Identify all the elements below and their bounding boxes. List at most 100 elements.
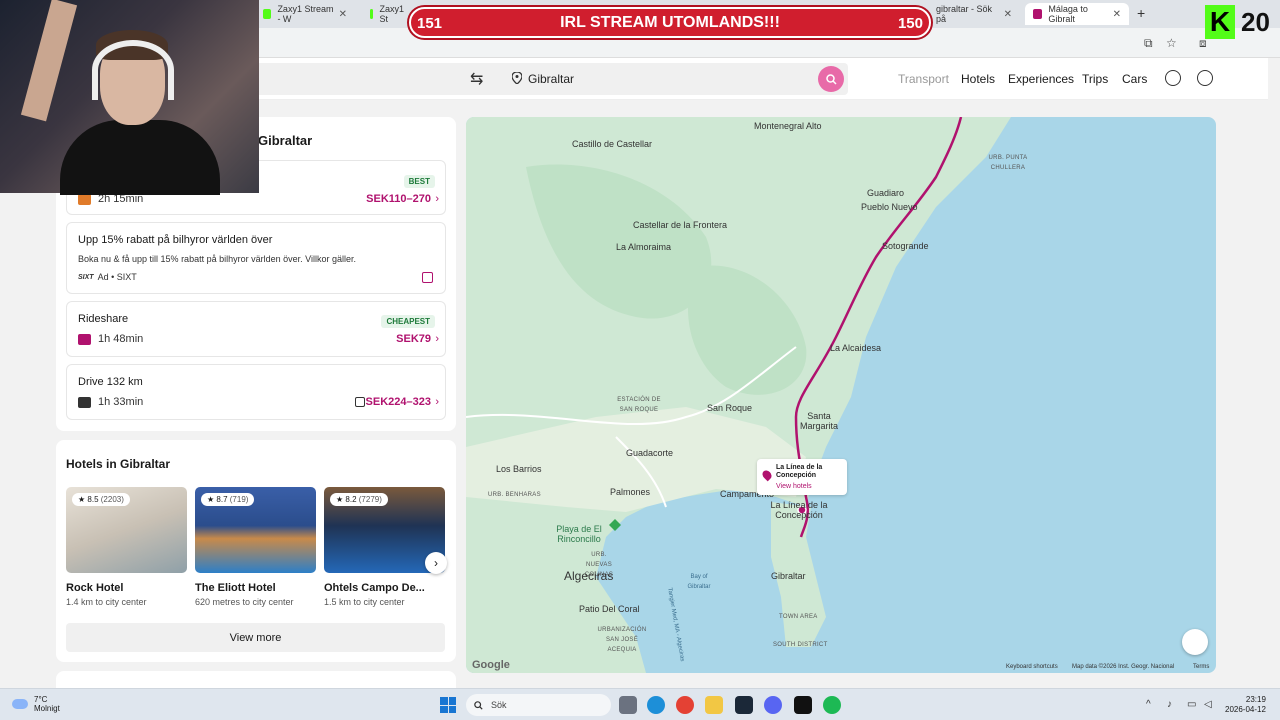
volume-icon[interactable]: ◁	[1204, 699, 1212, 710]
map-label: Sotogrande	[882, 241, 929, 251]
nav-hotels[interactable]: Hotels	[961, 72, 995, 86]
recenter-icon[interactable]	[1182, 629, 1208, 655]
view-more-button[interactable]: View more	[66, 623, 445, 652]
map-label: La Línea de la Concepción	[770, 500, 828, 520]
user-account-icon[interactable]	[1197, 70, 1213, 86]
carousel-next-button[interactable]: ›	[425, 552, 447, 574]
external-link-icon[interactable]	[422, 272, 433, 283]
tab-zaxy-stream-2[interactable]: Zaxy1 St	[362, 3, 412, 25]
close-icon[interactable]: ✕	[339, 9, 347, 20]
location-pin-icon	[512, 72, 522, 84]
new-tab-button[interactable]: +	[1137, 5, 1145, 21]
webcam-overlay	[0, 0, 259, 195]
banner-right-number: 150	[897, 15, 923, 32]
weather-widget[interactable]: 7°C Molnigt	[12, 695, 60, 713]
chrome-icon[interactable]	[676, 696, 694, 714]
terms-link[interactable]: Terms	[1193, 664, 1209, 670]
translate-icon[interactable]: ⧉	[1144, 36, 1153, 51]
view-hotels-link[interactable]: View hotels	[776, 483, 812, 490]
map-label: Bay of Gibraltar	[687, 574, 711, 590]
map-label: Castillo de Castellar	[572, 139, 653, 149]
rideshare-card[interactable]: Rideshare CHEAPEST 1h 48min SEK79 ›	[66, 301, 446, 357]
map-popup[interactable]: La Línea de la Concepción View hotels	[757, 459, 847, 495]
tab-zaxy-stream[interactable]: Zaxy1 Stream - W ✕	[255, 3, 355, 25]
streamer-hoodie	[60, 120, 220, 195]
tab-gibraltar-search[interactable]: gibraltar - Sök på ✕	[928, 3, 1020, 25]
map[interactable]: Montenegral Alto Castillo de Castellar C…	[466, 117, 1216, 673]
drive-card[interactable]: Drive 132 km 1h 33min SEK224–323 ›	[66, 364, 446, 420]
duration: 1h 48min	[98, 333, 144, 345]
nav-transport[interactable]: Transport	[898, 72, 949, 86]
rating-badge: ★ 8.2 (7279)	[330, 493, 388, 506]
price: SEK110–270	[366, 193, 431, 205]
taskbar-clock[interactable]: 23:19 2026-04-12	[1225, 695, 1266, 715]
edge-icon[interactable]	[647, 696, 665, 714]
tray-chevron-icon[interactable]: ^	[1146, 699, 1151, 710]
map-label: Palmones	[610, 487, 651, 497]
rideshare-title: Rideshare	[78, 313, 129, 325]
taskbar-search[interactable]: Sök	[466, 694, 611, 716]
map-pin-icon	[760, 468, 774, 482]
price: SEK79	[396, 333, 431, 345]
windows-start-icon[interactable]	[440, 697, 456, 713]
map-label: Montenegral Alto	[754, 121, 822, 131]
destination-input[interactable]: Gibraltar	[528, 72, 574, 86]
sixt-ad-card[interactable]: Upp 15% rabatt på bilhyror världen över …	[66, 222, 446, 294]
cloud-icon	[12, 699, 28, 709]
stream-banner: 151 IRL STREAM UTOMLANDS!!! 150	[409, 7, 931, 38]
search-button[interactable]	[818, 66, 844, 92]
hotels-title: Hotels in Gibraltar	[66, 457, 171, 471]
nav-cars[interactable]: Cars	[1122, 72, 1147, 86]
file-explorer-icon[interactable]	[705, 696, 723, 714]
ad-text: Boka nu & få upp till 15% rabatt på bilh…	[78, 254, 356, 264]
weather-temp: 7°C	[34, 695, 48, 704]
map-label: Pueblo Nuevo	[861, 202, 918, 212]
map-label: Guadacorte	[626, 448, 674, 458]
microphone-icon[interactable]: ♪	[1167, 699, 1172, 710]
search-bar[interactable]: ⇆ Gibraltar	[240, 63, 848, 95]
map-label: URB. BENHARAS	[488, 492, 541, 498]
popup-place-name: La Línea de la Concepción	[776, 464, 823, 479]
kick-app-icon[interactable]	[794, 696, 812, 714]
weather-desc: Molnigt	[34, 704, 60, 713]
rome2rio-favicon-icon	[1033, 9, 1043, 19]
search-icon	[825, 73, 837, 85]
spotify-icon[interactable]	[823, 696, 841, 714]
globe-icon[interactable]	[1165, 70, 1181, 86]
task-view-icon[interactable]	[619, 696, 637, 714]
kick-logo: K 20	[1205, 5, 1280, 39]
nav-experiences[interactable]: Experiences	[1008, 72, 1074, 86]
discord-icon[interactable]	[764, 696, 782, 714]
google-logo: Google	[472, 659, 510, 671]
map-label: San Roque	[707, 403, 753, 413]
close-icon[interactable]: ✕	[1113, 9, 1121, 20]
map-label: Gibraltar	[771, 571, 806, 581]
hotel-card[interactable]: ★ 8.2 (7279) Ohtels Campo De... 1.5 km t…	[324, 487, 445, 607]
map-label: Los Barrios	[496, 464, 542, 474]
chevron-right-icon: ›	[435, 193, 439, 205]
network-icon[interactable]: ▭	[1187, 699, 1196, 710]
cheapest-badge: CHEAPEST	[381, 315, 435, 328]
swap-icon[interactable]: ⇆	[470, 69, 483, 89]
hotel-image: ★ 8.7 (719)	[195, 487, 316, 573]
ad-title: Upp 15% rabatt på bilhyror världen över	[78, 234, 273, 246]
map-data-credit: Map data ©2026 Inst. Geogr. Nacional	[1072, 664, 1175, 670]
chevron-right-icon: ›	[435, 396, 439, 408]
keyboard-shortcuts-link[interactable]: Keyboard shortcuts	[1006, 664, 1058, 670]
nav-trips[interactable]: Trips	[1082, 72, 1108, 86]
hotel-distance: 1.4 km to city center	[66, 597, 147, 607]
hotel-name: Rock Hotel	[66, 582, 124, 594]
sixt-logo: SIXT	[78, 273, 94, 281]
bus-icon	[78, 194, 91, 205]
hotel-card[interactable]: ★ 8.7 (719) The Eliott Hotel 620 metres …	[195, 487, 316, 607]
map-label: Guadiaro	[867, 188, 905, 198]
tab-malaga-gibraltar[interactable]: Málaga to Gibralt ✕	[1025, 3, 1129, 25]
hotels-panel: Hotels in Gibraltar ★ 8.5 (2203) Rock Ho…	[56, 440, 456, 662]
banner-text: IRL STREAM UTOMLANDS!!!	[560, 13, 780, 31]
search-icon	[474, 700, 483, 710]
close-icon[interactable]: ✕	[1004, 9, 1012, 20]
star-icon[interactable]: ☆	[1166, 36, 1177, 50]
steam-icon[interactable]	[735, 696, 753, 714]
car-icon	[78, 397, 91, 408]
hotel-card[interactable]: ★ 8.5 (2203) Rock Hotel 1.4 km to city c…	[66, 487, 187, 607]
